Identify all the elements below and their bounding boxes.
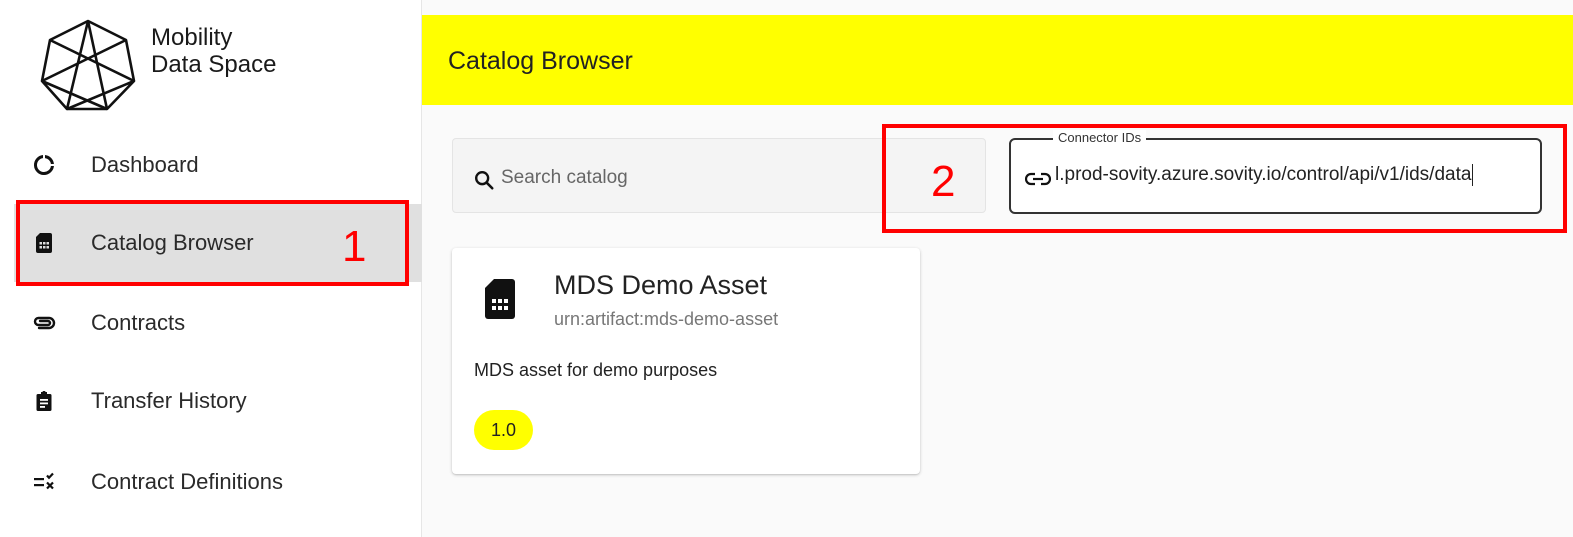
paperclip-icon xyxy=(32,311,56,335)
sidebar-item-contract-definitions[interactable]: Contract Definitions xyxy=(14,443,422,521)
version-badge: 1.0 xyxy=(474,410,534,450)
asset-card[interactable]: MDS Demo Asset urn:artifact:mds-demo-ass… xyxy=(452,248,920,474)
sidebar-item-transfer-history[interactable]: Transfer History xyxy=(14,362,422,440)
callout-number-1: 1 xyxy=(342,222,367,271)
sidebar-item-label: Transfer History xyxy=(91,388,247,413)
brand-logo[interactable]: Mobility Data Space xyxy=(40,18,360,112)
asset-description: MDS asset for demo purposes xyxy=(474,360,718,380)
mobility-data-space-logo-icon xyxy=(40,19,136,111)
sidebar-item-label: Contract Definitions xyxy=(91,469,283,494)
brand-name-line2: Data Space xyxy=(151,51,277,78)
app-window: Mobility Data Space Dashboard Catalog Br… xyxy=(0,0,1573,537)
brand-name-line1: Mobility xyxy=(151,24,233,51)
callout-box-2 xyxy=(882,124,1567,233)
callout-number-2: 2 xyxy=(931,157,956,206)
asset-title: MDS Demo Asset xyxy=(554,270,768,300)
topbar: Catalog Browser xyxy=(422,15,1573,105)
sidebar-item-contracts[interactable]: Contracts xyxy=(14,284,422,362)
donut-chart-icon xyxy=(32,153,56,177)
search-icon xyxy=(473,169,495,196)
brand-name: Mobility Data Space xyxy=(151,24,276,78)
asset-id: urn:artifact:mds-demo-asset xyxy=(554,309,779,329)
sidebar-item-label: Dashboard xyxy=(91,152,199,177)
rule-icon xyxy=(32,470,56,494)
page-title: Catalog Browser xyxy=(448,47,633,75)
sim-card-icon xyxy=(484,278,516,325)
clipboard-icon xyxy=(32,389,56,413)
sidebar-item-dashboard[interactable]: Dashboard xyxy=(14,126,422,204)
sidebar-item-label: Contracts xyxy=(91,310,186,335)
